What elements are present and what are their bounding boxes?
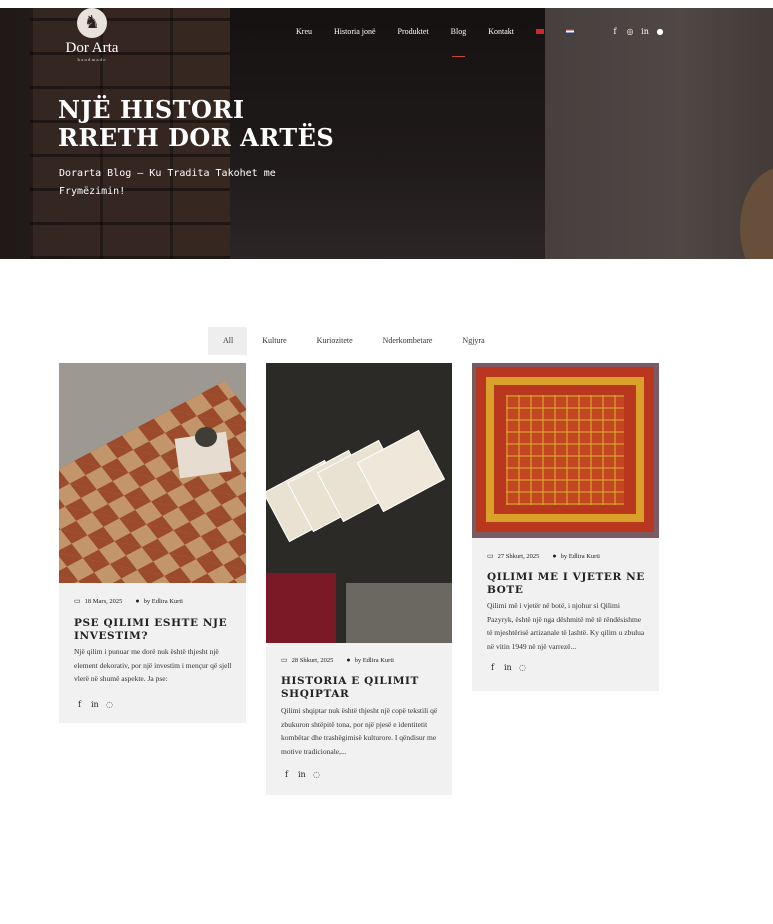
logo-text: Dor Arta <box>65 40 119 56</box>
nav-item-historia[interactable]: Historia jonë <box>334 27 376 36</box>
social-links: f ◎ in ● <box>611 27 664 36</box>
filter-nderkombetare[interactable]: Nderkombetare <box>368 327 448 355</box>
facebook-icon[interactable]: f <box>611 27 619 36</box>
whatsapp-icon[interactable]: ◌ <box>313 770 320 779</box>
post-date: 27 Shkurt, 2025 <box>497 552 540 560</box>
al-flag-icon[interactable] <box>536 29 544 34</box>
post-title[interactable]: PSE QILIMI ESHTE NJE INVESTIM? <box>59 617 246 643</box>
post-author: by Edlira Kurti <box>560 552 600 560</box>
filter-kuriozitete[interactable]: Kuriozitete <box>302 327 368 355</box>
category-filters: All Kulture Kuriozitete Nderkombetare Ng… <box>208 327 500 355</box>
linkedin-icon[interactable]: in <box>298 770 306 779</box>
post-author: by Edlira Kurti <box>354 656 394 664</box>
post-excerpt: Qilimi shqiptar nuk është thjesht një co… <box>281 706 438 756</box>
pinterest-icon[interactable]: ● <box>656 27 664 36</box>
calendar-icon: ▭ <box>487 552 494 560</box>
calendar-icon: ▭ <box>74 597 81 605</box>
post-image-woven-mats[interactable] <box>266 363 452 643</box>
logo-icon: ♞ <box>77 8 107 38</box>
post-date: 28 Shkurt, 2025 <box>291 656 334 664</box>
whatsapp-icon[interactable]: ◌ <box>519 663 526 672</box>
filter-kulture[interactable]: Kulture <box>247 327 301 355</box>
filter-all[interactable]: All <box>208 327 248 355</box>
blog-card[interactable]: ▭ 27 Shkurt, 2025 ● by Edlira Kurti QILI… <box>472 363 659 691</box>
post-title[interactable]: QILIMI ME I VJETER NE BOTE <box>472 571 659 597</box>
main-nav: Kreu Historia jonë Produktet Blog Kontak… <box>296 27 596 57</box>
site-logo[interactable]: ♞ Dor Arta handmade <box>60 8 124 64</box>
post-date: 18 Mars, 2025 <box>84 597 123 605</box>
share-links: f in ◌ <box>59 700 246 709</box>
hr-flag-icon[interactable] <box>566 29 574 34</box>
whatsapp-icon[interactable]: ◌ <box>106 700 113 709</box>
logo-subtext: handmade <box>77 57 107 62</box>
facebook-icon[interactable]: f <box>489 663 496 672</box>
linkedin-icon[interactable]: in <box>504 663 512 672</box>
page-subtitle: Dorarta Blog – Ku Tradita Takohet me Fry… <box>59 168 276 197</box>
share-links: f in ◌ <box>266 770 452 779</box>
post-author: by Edlira Kurti <box>143 597 183 605</box>
calendar-icon: ▭ <box>281 656 288 664</box>
post-meta: ▭ 28 Shkurt, 2025 ● by Edlira Kurti <box>266 656 452 664</box>
post-image-pazyryk-rug[interactable] <box>472 363 659 538</box>
nav-item-produktet[interactable]: Produktet <box>398 27 429 36</box>
post-image-checkered-rug[interactable] <box>59 363 246 583</box>
post-title[interactable]: HISTORIA E QILIMIT SHQIPTAR <box>266 675 452 701</box>
page-title: NJË HISTORI RRETH DOR ARTËS <box>58 95 335 152</box>
share-links: f in ◌ <box>472 663 659 672</box>
user-icon: ● <box>135 597 140 605</box>
nav-item-kreu[interactable]: Kreu <box>296 27 312 36</box>
instagram-icon[interactable]: ◎ <box>626 27 634 36</box>
post-excerpt: Një qilim i punuar me dorë nuk është thj… <box>74 647 232 683</box>
facebook-icon[interactable]: f <box>76 700 83 709</box>
user-icon: ● <box>346 656 351 664</box>
linkedin-icon[interactable]: in <box>91 700 99 709</box>
post-excerpt: Qilimi më i vjetër në botë, i njohur si … <box>487 601 645 651</box>
filter-ngjyra[interactable]: Ngjyra <box>447 327 499 355</box>
post-meta: ▭ 27 Shkurt, 2025 ● by Edlira Kurti <box>472 552 659 560</box>
user-icon: ● <box>552 552 557 560</box>
blog-card[interactable]: ▭ 28 Shkurt, 2025 ● by Edlira Kurti HIST… <box>266 363 452 795</box>
blog-card[interactable]: ▭ 18 Mars, 2025 ● by Edlira Kurti PSE QI… <box>59 363 246 723</box>
nav-item-kontakt[interactable]: Kontakt <box>488 27 514 36</box>
post-meta: ▭ 18 Mars, 2025 ● by Edlira Kurti <box>59 597 246 605</box>
nav-item-blog[interactable]: Blog <box>451 27 466 57</box>
linkedin-icon[interactable]: in <box>641 27 649 36</box>
facebook-icon[interactable]: f <box>283 770 290 779</box>
